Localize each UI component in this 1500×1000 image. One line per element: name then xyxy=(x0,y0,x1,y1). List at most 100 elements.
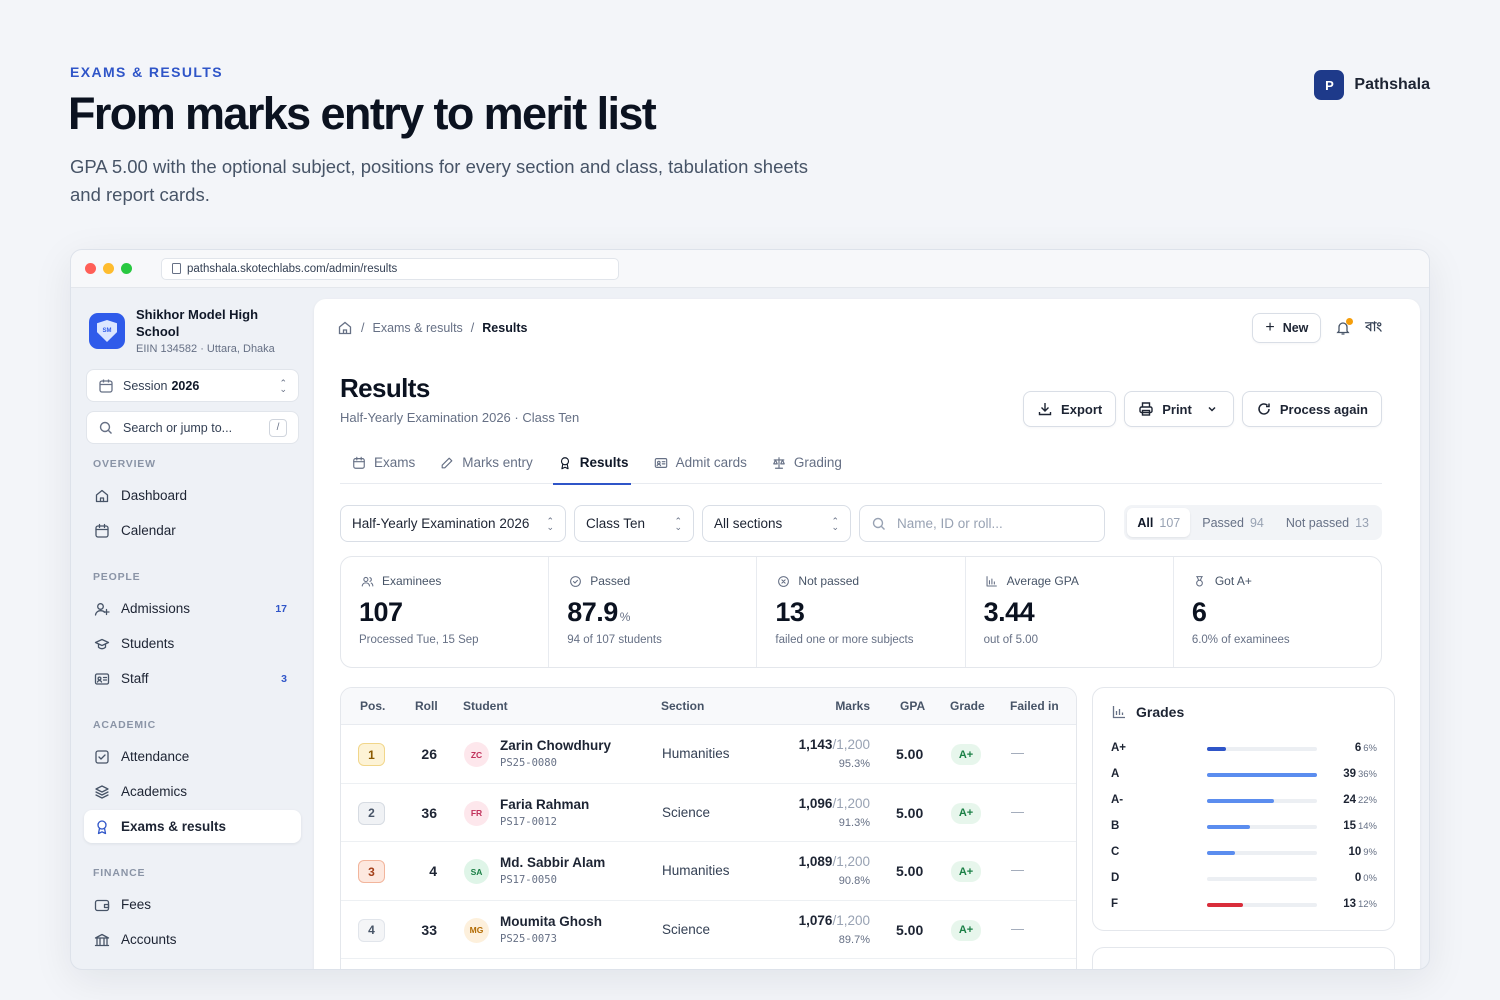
refresh-icon xyxy=(1256,401,1272,417)
check-square-icon xyxy=(94,749,110,765)
sidebar-search-placeholder: Search or jump to... xyxy=(123,420,233,435)
stat-value-row: 107 xyxy=(359,597,530,628)
home-icon[interactable] xyxy=(337,320,353,336)
sidebar-item-accounts[interactable]: Accounts xyxy=(84,923,301,956)
grade-label: C xyxy=(1111,846,1120,858)
col-failed-in[interactable]: Failed in xyxy=(1010,699,1059,713)
grade-count-cell: 39 36% xyxy=(1343,768,1377,780)
segment-not-passed[interactable]: Not passed 13 xyxy=(1276,508,1379,537)
student-name[interactable]: Md. Sabbir Alam xyxy=(500,855,605,870)
sidebar-item-admissions[interactable]: Admissions 17 xyxy=(84,592,301,625)
failed-in-value: — xyxy=(1011,862,1024,877)
segment-label: All xyxy=(1137,515,1154,530)
col-gpa[interactable]: GPA xyxy=(900,699,925,713)
tab-marks-entry[interactable]: Marks entry xyxy=(439,441,533,484)
sidebar-item-label: Accounts xyxy=(121,932,177,947)
print-button[interactable]: Print xyxy=(1124,391,1234,427)
notification-bell-icon[interactable] xyxy=(1335,318,1354,336)
stat-note: 94 of 107 students xyxy=(567,634,662,646)
sidebar-item-label: Academics xyxy=(121,784,188,799)
table-row[interactable]: 1 26 ZC Zarin Chowdhury PS25-0080 Humanities 1… xyxy=(341,725,1076,784)
grades-title-row: Grades xyxy=(1111,704,1184,720)
grade-count-cell: 24 22% xyxy=(1343,794,1377,806)
sidebar-item-staff[interactable]: Staff 3 xyxy=(84,662,301,695)
layers-icon xyxy=(94,784,110,800)
session-select[interactable]: Session 2026 ⌃ ⌄ xyxy=(86,369,299,402)
student-name[interactable]: Faria Rahman xyxy=(500,797,589,812)
status-segmented-control: All 107 Passed 94 Not passed 13 xyxy=(1124,505,1382,540)
table-row[interactable]: 4 33 MG Moumita Ghosh PS25-0073 Science 1,076/… xyxy=(341,901,1076,959)
sidebar-item-academics[interactable]: Academics xyxy=(84,775,301,808)
table-row[interactable]: 3 4 SA Md. Sabbir Alam PS17-0050 Humanities 1,… xyxy=(341,842,1076,901)
student-name[interactable]: Moumita Ghosh xyxy=(500,914,602,929)
print-label: Print xyxy=(1162,401,1192,417)
sidebar-item-exams-results[interactable]: Exams & results xyxy=(84,810,301,843)
marks-total: /1,200 xyxy=(832,737,870,752)
sidebar-item-dashboard[interactable]: Dashboard xyxy=(84,479,301,512)
grade-bar-fill xyxy=(1207,747,1226,751)
marks-obtained: 1,076 xyxy=(798,912,833,928)
nav-section-title: FINANCE xyxy=(93,867,146,879)
student-section: Humanities xyxy=(662,863,730,878)
exam-select[interactable]: Half-Yearly Examination 2026 ⌃ ⌄ xyxy=(340,505,566,542)
sidebar-item-calendar[interactable]: Calendar xyxy=(84,514,301,547)
breadcrumb-current: Results xyxy=(482,321,528,335)
tab-admit-cards[interactable]: Admit cards xyxy=(653,441,747,484)
session-value: 2026 xyxy=(171,378,200,393)
process-again-button[interactable]: Process again xyxy=(1241,391,1382,427)
student-section: Humanities xyxy=(662,746,730,761)
grade-badge: A+ xyxy=(951,802,981,824)
col-pos[interactable]: Pos. xyxy=(360,699,385,713)
plus-icon: + xyxy=(1265,319,1275,336)
x-circle-icon xyxy=(775,573,791,589)
address-bar[interactable]: pathshala.skotechlabs.com/admin/results xyxy=(161,257,619,280)
marks-percent: 90.8% xyxy=(838,875,870,887)
tab-exams[interactable]: Exams xyxy=(351,441,415,484)
maximize-window-dot[interactable] xyxy=(121,263,132,274)
col-section[interactable]: Section xyxy=(661,699,704,713)
sidebar-item-attendance[interactable]: Attendance xyxy=(84,740,301,773)
printer-icon xyxy=(1138,401,1154,417)
sidebar-item-students[interactable]: Students xyxy=(84,627,301,660)
export-label: Export xyxy=(1061,401,1103,417)
grade-percent: 9% xyxy=(1363,847,1377,858)
grade-bar-track xyxy=(1207,773,1317,777)
grade-percent: 6% xyxy=(1363,743,1377,754)
class-select[interactable]: Class Ten ⌃ ⌄ xyxy=(574,505,694,542)
id-card-icon xyxy=(94,671,110,687)
student-name[interactable]: Zarin Chowdhury xyxy=(500,738,611,753)
new-button[interactable]: + New xyxy=(1252,313,1322,343)
chevron-up-down-icon: ⌃ ⌄ xyxy=(546,515,554,532)
stat-card: Examinees 107 Processed Tue, 15 Sep xyxy=(341,557,550,667)
col-student[interactable]: Student xyxy=(463,699,508,713)
search-shortcut: / xyxy=(269,418,287,437)
sidebar-search[interactable]: Search or jump to... / xyxy=(86,411,299,444)
nav-count-badge: 3 xyxy=(281,672,287,685)
tab-grading[interactable]: Grading xyxy=(771,441,842,484)
sidebar-item-fees[interactable]: Fees xyxy=(84,888,301,921)
school-header[interactable]: SM Shikhor Model High School EIIN 134582… xyxy=(89,306,276,355)
segment-all[interactable]: All 107 xyxy=(1127,508,1191,537)
minimize-window-dot[interactable] xyxy=(103,263,114,274)
table-body: 1 26 ZC Zarin Chowdhury PS25-0080 Humanities 1… xyxy=(341,725,1076,959)
brand: P Pathshala xyxy=(1314,70,1430,100)
export-button[interactable]: Export xyxy=(1023,391,1117,427)
section-select[interactable]: All sections ⌃ ⌄ xyxy=(702,505,851,542)
grade-percent: 12% xyxy=(1357,899,1377,910)
avatar: FR xyxy=(464,800,489,826)
close-window-dot[interactable] xyxy=(85,263,96,274)
language-toggle[interactable]: বাং xyxy=(1365,318,1382,339)
col-grade[interactable]: Grade xyxy=(950,699,985,713)
breadcrumb-exams-results[interactable]: Exams & results xyxy=(372,321,462,335)
results-table: Pos. Roll Student Section Marks GPA Grad… xyxy=(340,687,1077,969)
col-marks[interactable]: Marks xyxy=(835,699,870,713)
main-panel: / Exams & results / Results + New বাং Re… xyxy=(314,299,1420,969)
class-select-value: Class Ten xyxy=(586,516,646,531)
col-roll[interactable]: Roll xyxy=(415,699,438,713)
hero-title: From marks entry to merit list xyxy=(68,88,657,139)
tab-results[interactable]: Results xyxy=(552,441,631,485)
brand-name: Pathshala xyxy=(1354,76,1430,93)
table-row[interactable]: 2 36 FR Faria Rahman PS17-0012 Science 1,096/1… xyxy=(341,784,1076,842)
segment-passed[interactable]: Passed 94 xyxy=(1192,508,1274,537)
student-search-input[interactable]: Name, ID or roll... xyxy=(859,505,1105,542)
